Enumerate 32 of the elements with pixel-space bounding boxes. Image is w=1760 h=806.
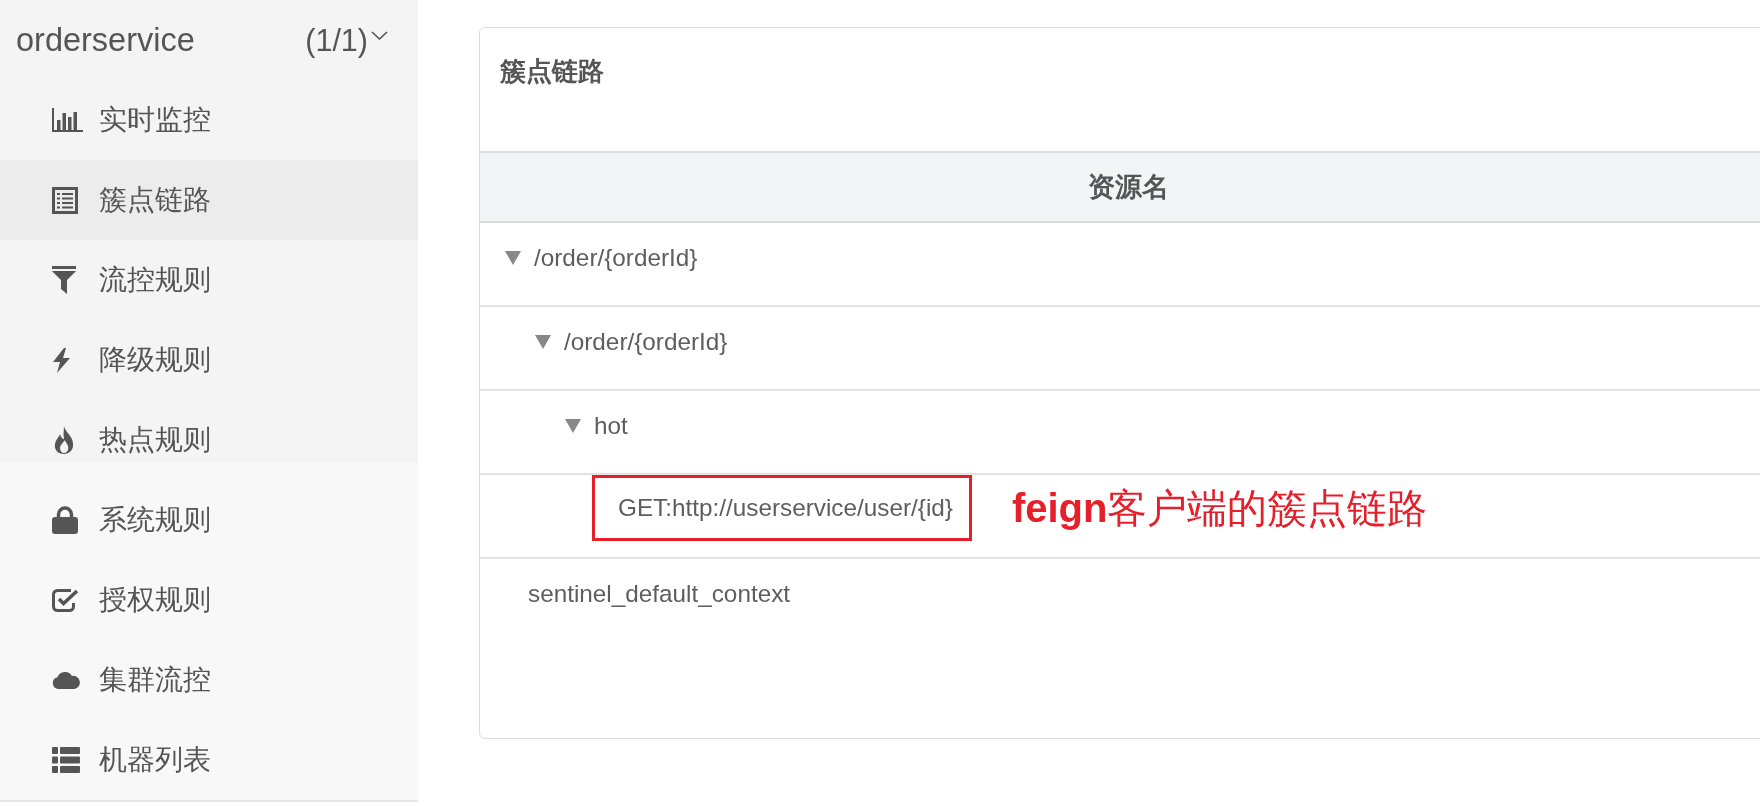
- sidebar-item[interactable]: 机器列表: [0, 720, 418, 800]
- cloud-icon: [52, 671, 81, 689]
- list-icon: [52, 747, 80, 773]
- lock-icon: [52, 506, 78, 534]
- bar-chart-icon: [52, 108, 83, 132]
- column-header: 资源名: [1086, 171, 1170, 204]
- instance-count: (1/1): [305, 22, 368, 58]
- sidebar-item[interactable]: 流控规则: [0, 240, 418, 320]
- app-name: orderservice: [16, 21, 195, 59]
- resource-name: /order/{orderId}: [534, 243, 698, 273]
- sidebar-item[interactable]: 集群流控: [0, 640, 418, 720]
- resource-name: hot: [594, 411, 628, 441]
- chevron-down-icon[interactable]: [371, 30, 388, 40]
- sidebar-item[interactable]: 簇点链路: [0, 160, 418, 240]
- annotation-text: feign客户端的簇点链路: [1011, 485, 1428, 532]
- filter-icon: [52, 266, 76, 294]
- check-square-icon: [52, 588, 79, 612]
- lightning-icon: [52, 347, 71, 373]
- sidebar-item[interactable]: 系统规则: [0, 480, 418, 560]
- panel-title: 簇点链路: [499, 55, 605, 88]
- sidebar-item[interactable]: 降级规则: [0, 320, 418, 400]
- caret-down-icon[interactable]: [565, 419, 581, 433]
- caret-down-icon[interactable]: [505, 251, 521, 265]
- resource-name: GET:http://userservice/user/{id}: [618, 493, 953, 523]
- sidebar-item[interactable]: 热点规则: [0, 400, 418, 480]
- resource-name: /order/{orderId}: [564, 327, 728, 357]
- flame-icon: [52, 426, 76, 454]
- caret-down-icon[interactable]: [535, 335, 551, 349]
- sidebar-item[interactable]: 实时监控: [0, 80, 418, 160]
- lined-page-icon: [52, 186, 78, 214]
- resource-name: sentinel_default_context: [528, 579, 791, 609]
- sidebar-item[interactable]: 授权规则: [0, 560, 418, 640]
